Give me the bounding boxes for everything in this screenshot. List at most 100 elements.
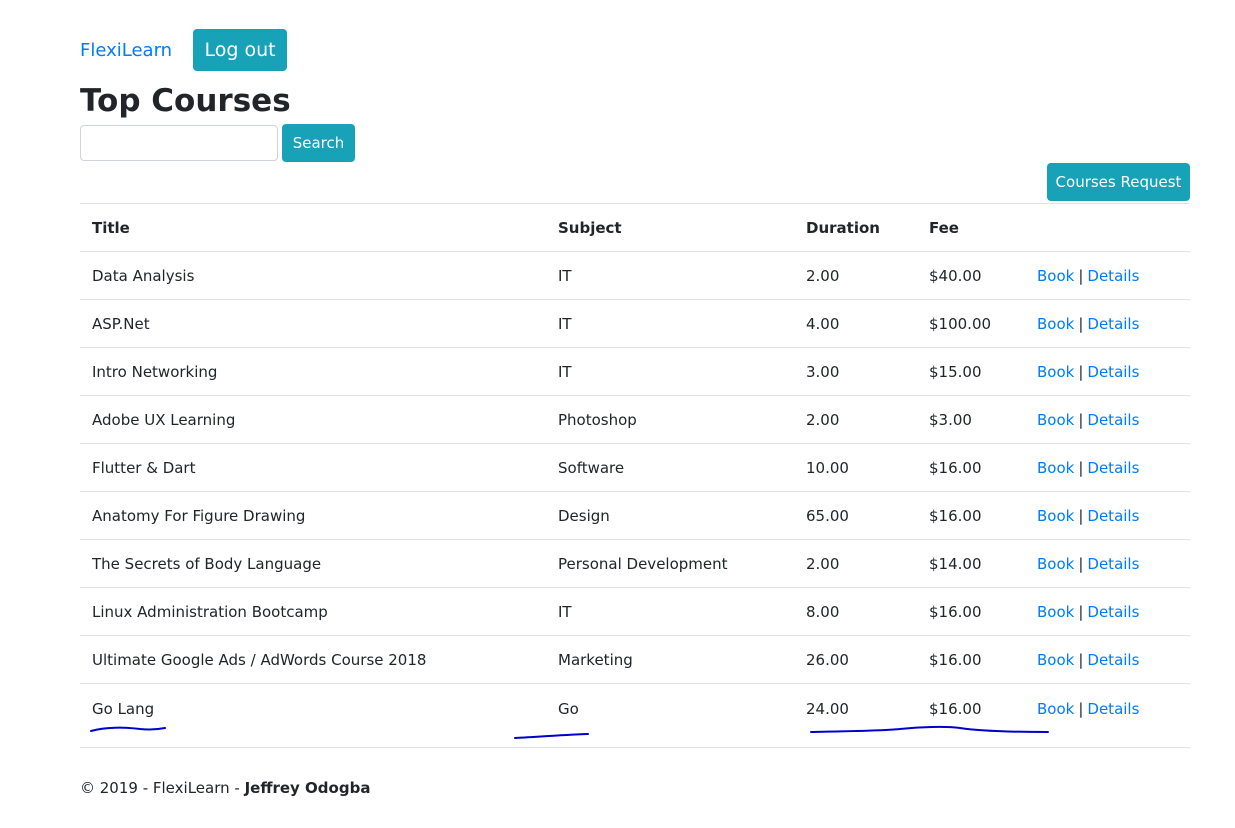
details-link[interactable]: Details [1087,603,1139,621]
book-link[interactable]: Book [1037,700,1074,718]
table-row: The Secrets of Body Language Personal Dev… [80,539,1190,588]
course-fee: $16.00 [917,491,1025,540]
course-subject: IT [546,347,794,396]
top-nav: FlexiLearn Log out [80,29,288,71]
book-link[interactable]: Book [1037,555,1074,573]
course-duration: 2.00 [794,251,917,300]
row-actions: Book | Details [1025,347,1190,396]
details-link[interactable]: Details [1087,507,1139,525]
header-duration: Duration [794,203,917,252]
table-row: Ultimate Google Ads / AdWords Course 201… [80,635,1190,684]
header-fee: Fee [917,203,1025,252]
row-actions: Book | Details [1025,395,1190,444]
action-separator: | [1078,506,1084,525]
row-actions: Book | Details [1025,683,1190,748]
table-row: Flutter & Dart Software 10.00 $16.00 Book | De… [80,443,1190,492]
courses-table: Title Subject Duration Fee Data Analysis… [80,203,1190,748]
search-bar: Search [80,124,355,162]
course-title: Anatomy For Figure Drawing [80,491,546,540]
details-link[interactable]: Details [1087,267,1139,285]
action-separator: | [1078,554,1084,573]
action-separator: | [1078,650,1084,669]
action-separator: | [1078,458,1084,477]
row-actions: Book | Details [1025,635,1190,684]
book-link[interactable]: Book [1037,603,1074,621]
details-link[interactable]: Details [1087,363,1139,381]
course-duration: 2.00 [794,539,917,588]
action-separator: | [1078,699,1084,718]
details-link[interactable]: Details [1087,700,1139,718]
course-subject: IT [546,587,794,636]
course-title: Intro Networking [80,347,546,396]
book-link[interactable]: Book [1037,315,1074,333]
table-header-row: Title Subject Duration Fee [80,203,1190,252]
header-title: Title [80,203,546,252]
details-link[interactable]: Details [1087,651,1139,669]
course-fee: $16.00 [917,683,1025,748]
brand-link[interactable]: FlexiLearn [80,40,172,61]
page-title: Top Courses [80,83,291,119]
course-fee: $3.00 [917,395,1025,444]
footer: © 2019 - FlexiLearn - Jeffrey Odogba [80,779,370,797]
course-subject: Personal Development [546,539,794,588]
header-subject: Subject [546,203,794,252]
course-duration: 4.00 [794,299,917,348]
details-link[interactable]: Details [1087,315,1139,333]
details-link[interactable]: Details [1087,411,1139,429]
book-link[interactable]: Book [1037,411,1074,429]
course-subject: Software [546,443,794,492]
course-fee: $100.00 [917,299,1025,348]
course-title: ASP.Net [80,299,546,348]
table-row: Data Analysis IT 2.00 $40.00 Book | Details [80,251,1190,300]
search-input[interactable] [80,125,278,161]
course-duration: 2.00 [794,395,917,444]
book-link[interactable]: Book [1037,651,1074,669]
table-body: Data Analysis IT 2.00 $40.00 Book | Details ASP… [80,251,1190,748]
course-subject: IT [546,299,794,348]
action-separator: | [1078,362,1084,381]
action-separator: | [1078,410,1084,429]
book-link[interactable]: Book [1037,363,1074,381]
course-duration: 26.00 [794,635,917,684]
search-button[interactable]: Search [282,124,355,162]
book-link[interactable]: Book [1037,459,1074,477]
course-duration: 65.00 [794,491,917,540]
course-title: Flutter & Dart [80,443,546,492]
action-separator: | [1078,602,1084,621]
course-title: Linux Administration Bootcamp [80,587,546,636]
course-title: The Secrets of Body Language [80,539,546,588]
row-actions: Book | Details [1025,299,1190,348]
course-duration: 8.00 [794,587,917,636]
course-subject: Marketing [546,635,794,684]
action-separator: | [1078,266,1084,285]
course-fee: $16.00 [917,587,1025,636]
course-fee: $14.00 [917,539,1025,588]
details-link[interactable]: Details [1087,555,1139,573]
details-link[interactable]: Details [1087,459,1139,477]
course-title: Adobe UX Learning [80,395,546,444]
row-actions: Book | Details [1025,587,1190,636]
table-row: Anatomy For Figure Drawing Design 65.00 $16… [80,491,1190,540]
footer-copyright: © 2019 - FlexiLearn - [80,779,245,797]
course-duration: 10.00 [794,443,917,492]
course-fee: $16.00 [917,443,1025,492]
course-title: Data Analysis [80,251,546,300]
row-actions: Book | Details [1025,443,1190,492]
footer-author: Jeffrey Odogba [244,779,371,797]
logout-button[interactable]: Log out [193,29,288,71]
table-row: Go Lang Go 24.00 $16.00 Book | Details [80,683,1190,748]
row-actions: Book | Details [1025,491,1190,540]
book-link[interactable]: Book [1037,507,1074,525]
course-title: Go Lang [80,683,546,748]
course-fee: $15.00 [917,347,1025,396]
course-subject: Design [546,491,794,540]
course-subject: Go [546,683,794,748]
courses-request-button[interactable]: Courses Request [1047,163,1190,201]
table-row: Linux Administration Bootcamp IT 8.00 $16.0… [80,587,1190,636]
book-link[interactable]: Book [1037,267,1074,285]
course-duration: 24.00 [794,683,917,748]
table-row: Adobe UX Learning Photoshop 2.00 $3.00 Book |… [80,395,1190,444]
row-actions: Book | Details [1025,251,1190,300]
header-actions [1025,203,1190,252]
course-title: Ultimate Google Ads / AdWords Course 201… [80,635,546,684]
